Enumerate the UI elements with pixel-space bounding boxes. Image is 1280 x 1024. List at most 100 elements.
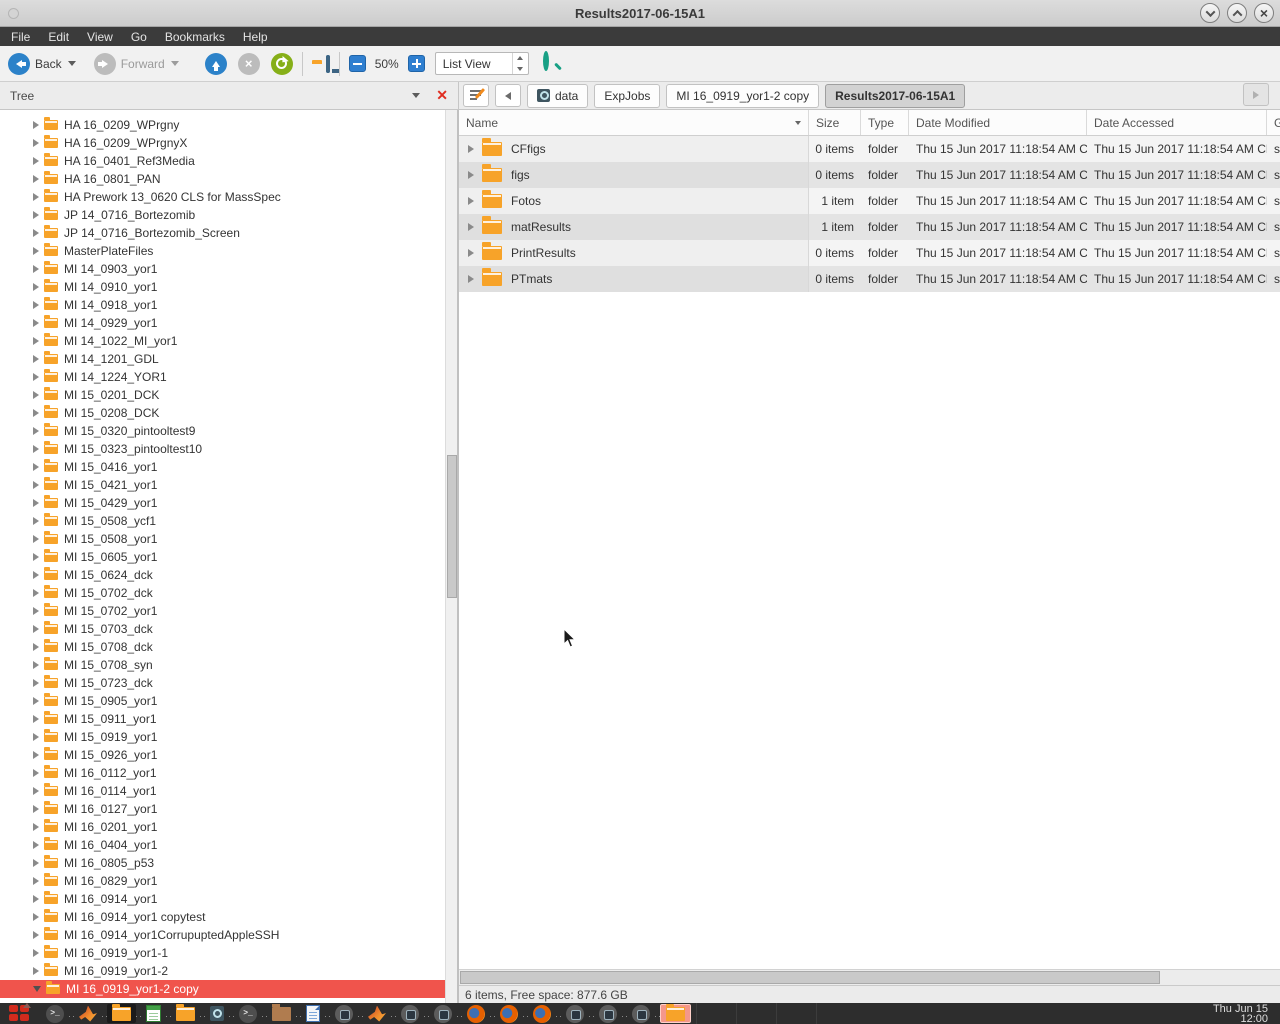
tree-item[interactable]: HA 16_0801_PAN [0, 170, 445, 188]
tree-item[interactable]: MI 14_0929_yor1 [0, 314, 445, 332]
horizontal-scrollbar-thumb[interactable] [460, 971, 1160, 984]
tree-item[interactable]: HA 16_0209_WPrgnyX [0, 134, 445, 152]
breadcrumb-scroll-right-button[interactable] [1243, 83, 1269, 106]
tree-item[interactable]: HA 16_0401_Ref3Media [0, 152, 445, 170]
back-history-dropdown[interactable] [68, 61, 76, 66]
expander-icon[interactable] [33, 301, 39, 309]
expander-icon[interactable] [33, 967, 39, 975]
tree-item[interactable]: MI 15_0416_yor1 [0, 458, 445, 476]
expander-icon[interactable] [33, 787, 39, 795]
expander-icon[interactable] [33, 373, 39, 381]
expander-icon[interactable] [33, 931, 39, 939]
tree-item[interactable]: MI 15_0919_yor1 [0, 728, 445, 746]
tree-item[interactable]: MI 16_0201_yor1 [0, 818, 445, 836]
tree-item[interactable]: MI 16_0919_yor1-2 copy [0, 980, 445, 998]
tree-item[interactable]: MI 14_0918_yor1 [0, 296, 445, 314]
expander-icon[interactable] [33, 391, 39, 399]
column-header-type[interactable]: Type [861, 110, 909, 135]
column-header-grp[interactable]: G [1267, 110, 1280, 135]
minimize-button[interactable] [1200, 3, 1220, 23]
expander-icon[interactable] [33, 337, 39, 345]
tree-item[interactable]: MI 15_0905_yor1 [0, 692, 445, 710]
tree-item[interactable]: MI 14_1022_MI_yor1 [0, 332, 445, 350]
expander-icon[interactable] [33, 265, 39, 273]
tree-item[interactable]: MI 15_0926_yor1 [0, 746, 445, 764]
tree-item[interactable]: MI 15_0208_DCK [0, 404, 445, 422]
edit-path-button[interactable] [463, 84, 489, 107]
tree-item[interactable]: MI 14_0903_yor1 [0, 260, 445, 278]
tree-item[interactable]: MI 16_0829_yor1 [0, 872, 445, 890]
file-row[interactable]: PrintResults0 itemsfolderThu 15 Jun 2017… [459, 240, 1280, 266]
expander-icon[interactable] [33, 823, 39, 831]
expander-icon[interactable] [33, 571, 39, 579]
breadcrumb-item-1[interactable]: ExpJobs [594, 84, 660, 108]
tree-item[interactable]: JP 14_0716_Bortezomib [0, 206, 445, 224]
taskbar-distro-menu[interactable] [4, 1004, 36, 1023]
expander-icon[interactable] [33, 607, 39, 615]
tree-item[interactable]: MI 16_0127_yor1 [0, 800, 445, 818]
expander-icon[interactable] [33, 535, 39, 543]
view-mode-select[interactable]: List View [435, 52, 529, 75]
window-menu-icon[interactable] [8, 8, 19, 19]
taskbar-writer-document[interactable]: ·· [301, 1004, 325, 1023]
close-button[interactable]: × [1254, 3, 1274, 23]
taskbar-terminal[interactable]: >_·· [41, 1004, 69, 1023]
tree-item[interactable]: MI 15_0702_yor1 [0, 602, 445, 620]
taskbar-firefox[interactable]: ·· [528, 1004, 556, 1023]
expander-icon[interactable] [33, 733, 39, 741]
back-label[interactable]: Back [35, 57, 62, 71]
expander-icon[interactable] [33, 409, 39, 417]
tree-item[interactable]: MI 15_0708_syn [0, 656, 445, 674]
expander-icon[interactable] [468, 197, 474, 205]
column-header-mod[interactable]: Date Modified [909, 110, 1087, 135]
expander-icon[interactable] [33, 229, 39, 237]
up-button[interactable] [205, 53, 227, 75]
tree-item[interactable]: MI 16_0914_yor1CorrupuptedAppleSSH [0, 926, 445, 944]
breadcrumb-scroll-left-button[interactable] [495, 84, 521, 107]
expander-icon[interactable] [33, 499, 39, 507]
refresh-button[interactable] [271, 53, 293, 75]
file-row[interactable]: matResults1 itemfolderThu 15 Jun 2017 11… [459, 214, 1280, 240]
expander-icon[interactable] [33, 895, 39, 903]
expander-icon[interactable] [33, 553, 39, 561]
file-row[interactable]: Fotos1 itemfolderThu 15 Jun 2017 11:18:5… [459, 188, 1280, 214]
menu-bookmarks[interactable]: Bookmarks [156, 30, 234, 44]
tree-item[interactable]: MI 16_0914_yor1 [0, 890, 445, 908]
expander-icon[interactable] [33, 427, 39, 435]
taskbar-matlab[interactable]: ·· [363, 1004, 391, 1023]
tree-item[interactable]: JP 14_0716_Bortezomib_Screen [0, 224, 445, 242]
menu-file[interactable]: File [2, 30, 39, 44]
expander-icon[interactable] [33, 805, 39, 813]
tree-item[interactable]: MI 16_0404_yor1 [0, 836, 445, 854]
expander-icon[interactable] [33, 661, 39, 669]
tree-item[interactable]: HA Prework 13_0620 CLS for MassSpec [0, 188, 445, 206]
tree-item[interactable]: MI 16_0914_yor1 copytest [0, 908, 445, 926]
view-mode-spinner[interactable] [512, 53, 528, 74]
tree-item[interactable]: MI 14_1201_GDL [0, 350, 445, 368]
maximize-button[interactable] [1227, 3, 1247, 23]
menu-help[interactable]: Help [234, 30, 277, 44]
tree-item[interactable]: HA 16_0209_WPrgny [0, 116, 445, 134]
expander-icon[interactable] [33, 481, 39, 489]
taskbar-folder-brown[interactable]: ·· [267, 1004, 296, 1023]
column-header-name[interactable]: Name [459, 110, 809, 135]
expander-icon[interactable] [33, 283, 39, 291]
tree-item[interactable]: MI 15_0429_yor1 [0, 494, 445, 512]
taskbar-firefox[interactable]: ·· [462, 1004, 490, 1023]
taskbar-app-window[interactable]: ·· [627, 1004, 655, 1023]
taskbar-clock[interactable]: Thu Jun 15 12:00 [1213, 1004, 1276, 1024]
expander-icon[interactable] [33, 913, 39, 921]
menu-view[interactable]: View [78, 30, 122, 44]
taskbar-file-manager[interactable]: ·· [107, 1004, 136, 1023]
tree-panel-dropdown[interactable] [412, 93, 420, 98]
tree-item[interactable]: MI 15_0911_yor1 [0, 710, 445, 728]
expander-icon[interactable] [33, 589, 39, 597]
breadcrumb-item-0[interactable]: data [527, 84, 588, 108]
tree-scrollbar-thumb[interactable] [447, 455, 457, 598]
taskbar-terminal[interactable]: >_·· [234, 1004, 262, 1023]
expander-open-icon[interactable] [33, 986, 41, 992]
expander-icon[interactable] [33, 157, 39, 165]
tree-item[interactable]: MI 15_0508_yor1 [0, 530, 445, 548]
tree-item[interactable]: MI 15_0708_dck [0, 638, 445, 656]
tree-item[interactable]: MI 16_0919_yor1-2 [0, 962, 445, 980]
